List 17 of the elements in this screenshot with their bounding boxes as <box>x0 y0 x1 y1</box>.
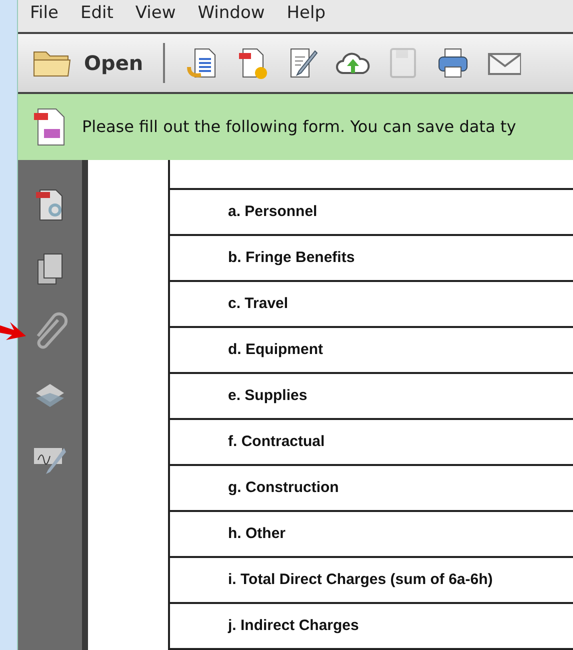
menu-item[interactable]: Help <box>286 0 326 26</box>
menu-item[interactable]: View <box>135 0 176 26</box>
menu-item[interactable]: Window <box>198 0 265 26</box>
row-label: f. Contractual <box>228 432 325 452</box>
row-label: c. Travel <box>228 294 288 314</box>
row-label: b. Fringe Benefits <box>228 248 355 268</box>
row-label: e. Supplies <box>228 386 308 406</box>
menu-item[interactable]: File <box>30 0 58 26</box>
notice-text: Please fill out the following form. You can save data ty <box>82 116 516 138</box>
row-label: j. Indirect Charges <box>228 616 359 636</box>
open-button[interactable]: Open <box>32 46 144 80</box>
menu-item[interactable]: Edit <box>80 0 114 26</box>
row-label: g. Construction <box>228 478 339 498</box>
row-label: a. Personnel <box>228 202 318 222</box>
row-label: i. Total Direct Charges (sum of 6a-6h) <box>228 570 493 590</box>
row-label: d. Equipment <box>228 340 323 360</box>
row-label: h. Other <box>228 524 286 544</box>
